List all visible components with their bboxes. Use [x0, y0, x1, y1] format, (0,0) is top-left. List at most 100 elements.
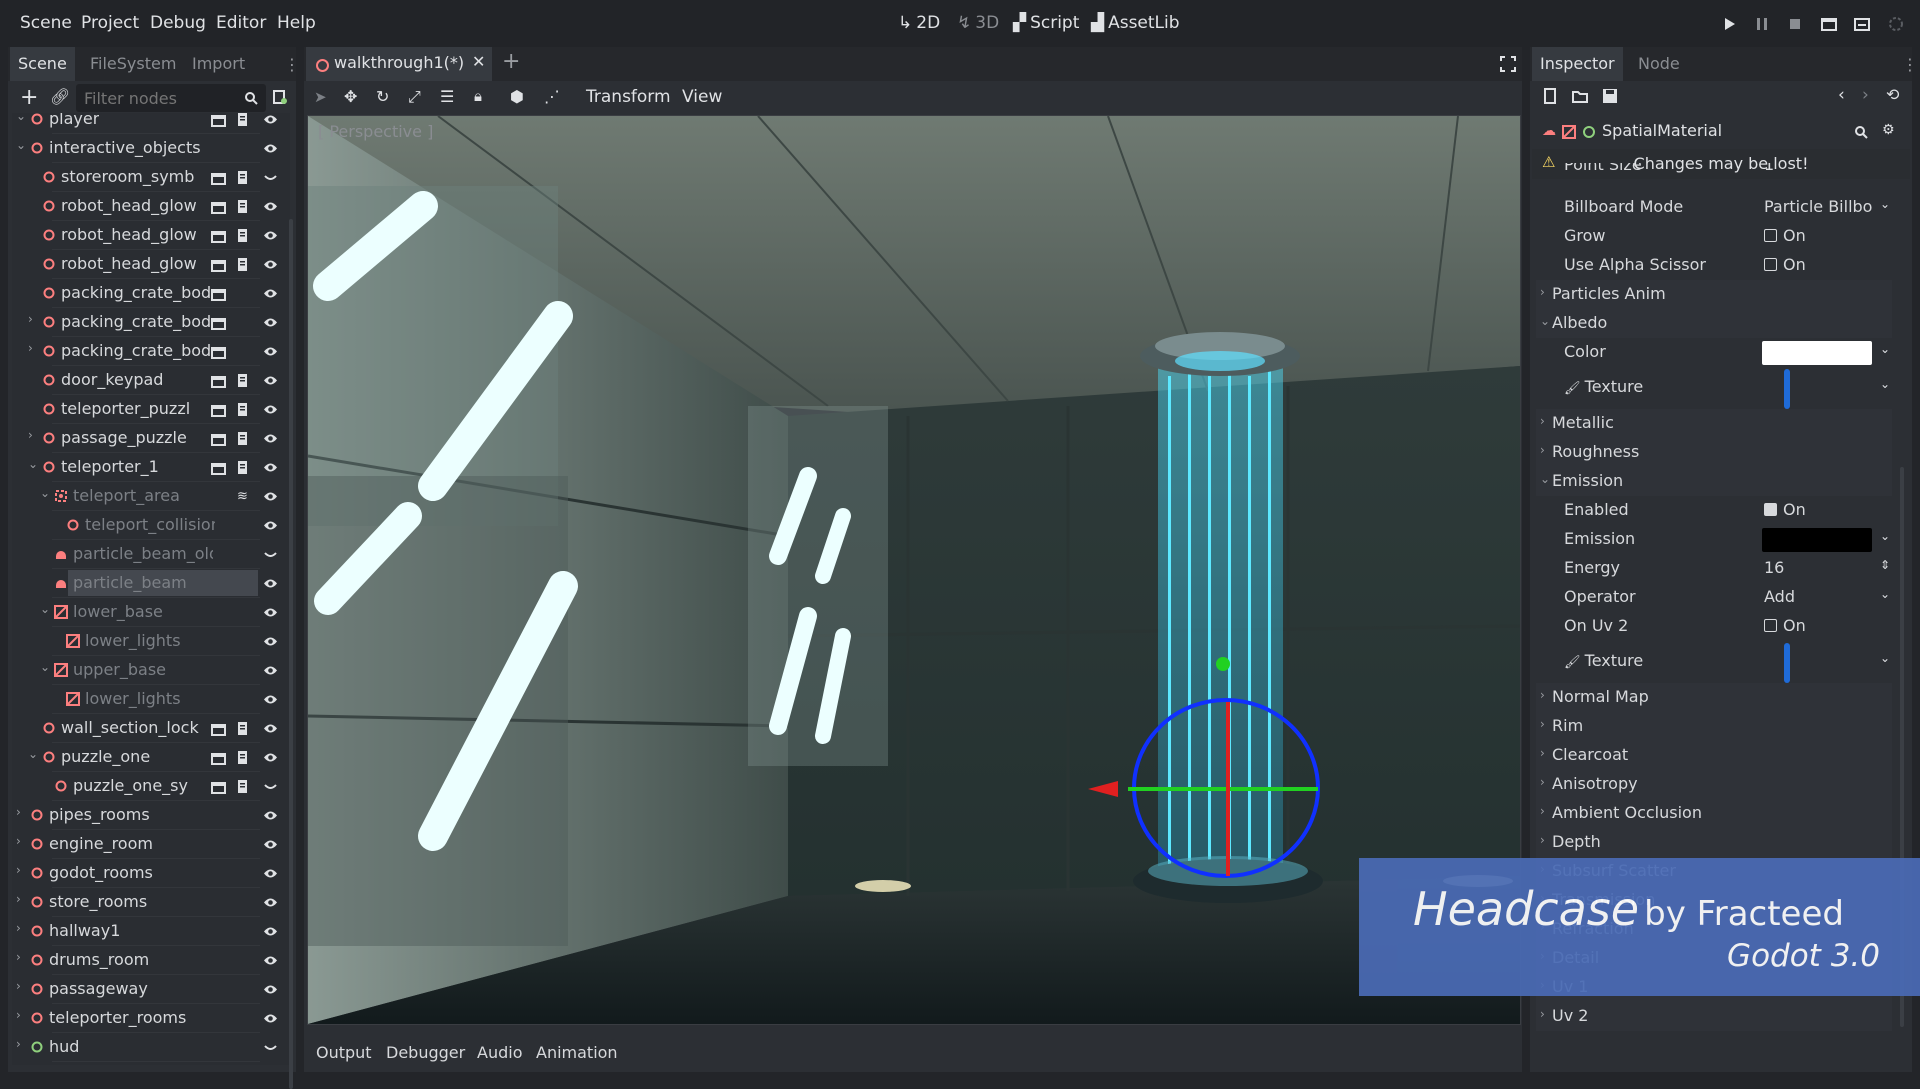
script-icon[interactable]	[235, 113, 250, 127]
chevron-down-icon[interactable]: ⌄	[1880, 197, 1890, 211]
eye-icon[interactable]	[263, 634, 278, 649]
play-icon[interactable]	[1720, 15, 1738, 33]
eye-icon[interactable]	[263, 373, 278, 388]
open-folder-icon[interactable]	[1572, 88, 1588, 104]
eye-icon[interactable]	[263, 750, 278, 765]
filter-nodes-field[interactable]	[76, 84, 266, 112]
eye-icon[interactable]	[263, 344, 278, 359]
save-icon[interactable]	[1602, 88, 1618, 104]
search-icon[interactable]	[1854, 125, 1868, 139]
eye-icon[interactable]	[263, 692, 278, 707]
tree-row[interactable]: ⌄ interactive_objects	[12, 134, 290, 163]
property-checkbox[interactable]: On	[1764, 500, 1806, 519]
property-value[interactable]: 1	[1764, 163, 1774, 174]
eye-icon[interactable]	[263, 402, 278, 417]
snap-icon[interactable]: ⋰	[544, 87, 560, 106]
tab-inspector[interactable]: Inspector	[1532, 47, 1623, 81]
inspector-section-anisotropy[interactable]: › Anisotropy	[1536, 770, 1892, 799]
texture-slot-empty[interactable]	[1784, 643, 1790, 683]
open-scene-icon[interactable]	[211, 750, 226, 765]
menu-project[interactable]: Project	[81, 13, 139, 33]
eye-icon[interactable]	[263, 576, 278, 591]
script-icon[interactable]	[235, 228, 250, 243]
property-checkbox[interactable]: On	[1764, 255, 1806, 274]
eye-icon[interactable]	[263, 113, 278, 127]
tree-row[interactable]: ⌄ player	[12, 113, 290, 134]
tree-row[interactable]: ⌄ upper_base	[12, 656, 290, 685]
chevron-right-icon[interactable]: ›	[28, 312, 33, 326]
script-icon[interactable]	[235, 750, 250, 765]
eye-icon[interactable]	[263, 721, 278, 736]
eye-closed-icon[interactable]	[263, 547, 278, 562]
chevron-down-icon[interactable]: ⌄	[40, 486, 50, 500]
texture-slot-empty[interactable]	[1784, 369, 1790, 409]
inspector-section-normal-map[interactable]: › Normal Map	[1536, 683, 1892, 712]
tree-row[interactable]: teleport_collision	[12, 511, 290, 540]
eye-icon[interactable]	[263, 141, 278, 156]
chevron-right-icon[interactable]: ›	[16, 834, 21, 848]
tree-row[interactable]: › hud	[12, 1033, 290, 1062]
script-icon[interactable]	[235, 257, 250, 272]
eye-closed-icon[interactable]	[263, 170, 278, 185]
tree-row[interactable]: › drums_room	[12, 946, 290, 975]
bottom-tab-output[interactable]: Output	[316, 1043, 372, 1062]
chevron-right-icon[interactable]: ›	[28, 428, 33, 442]
inspector-section-clearcoat[interactable]: › Clearcoat	[1536, 741, 1892, 770]
script-icon[interactable]	[235, 170, 250, 185]
tree-row[interactable]: › store_rooms	[12, 888, 290, 917]
inspector-section-emission[interactable]: ⌄ Emission	[1536, 467, 1892, 496]
3d-viewport[interactable]: [ Perspective ]	[307, 115, 1521, 1025]
dock-menu-icon[interactable]: ⋮	[284, 55, 300, 74]
menu-scene[interactable]: Scene	[20, 13, 72, 33]
close-icon[interactable]: ✕	[472, 52, 485, 71]
script-icon[interactable]	[235, 373, 250, 388]
eye-closed-icon[interactable]	[263, 779, 278, 794]
bottom-tab-audio[interactable]: Audio	[477, 1043, 522, 1062]
eye-icon[interactable]	[263, 431, 278, 446]
pause-icon[interactable]	[1753, 15, 1771, 33]
bottom-tab-animation[interactable]: Animation	[536, 1043, 618, 1062]
open-scene-icon[interactable]	[211, 315, 226, 330]
select-tool-icon[interactable]: ➤	[314, 88, 327, 106]
open-scene-icon[interactable]	[211, 286, 226, 301]
eye-icon[interactable]	[263, 489, 278, 504]
chevron-right-icon[interactable]: ›	[16, 805, 21, 819]
eye-icon[interactable]	[263, 924, 278, 939]
eye-icon[interactable]	[263, 866, 278, 881]
eye-icon[interactable]	[263, 286, 278, 301]
property-value[interactable]: 16	[1764, 558, 1784, 577]
tree-row[interactable]: › packing_crate_body_	[12, 337, 290, 366]
tab-import[interactable]: Import	[184, 47, 253, 81]
instance-link-icon[interactable]: 🔗︎	[50, 87, 70, 106]
new-scene-tab-icon[interactable]: +	[502, 49, 520, 74]
chevron-right-icon[interactable]: ›	[16, 1008, 21, 1022]
open-scene-icon[interactable]	[211, 113, 226, 127]
tree-row[interactable]: ⌄ puzzle_one	[12, 743, 290, 772]
chevron-down-icon[interactable]: ⌄	[1880, 377, 1890, 391]
tree-row[interactable]: puzzle_one_sy	[12, 772, 290, 801]
chevron-down-icon[interactable]: ⌄	[1880, 651, 1890, 665]
play-custom-scene-icon[interactable]	[1853, 15, 1871, 33]
chevron-down-icon[interactable]: ⌄	[16, 113, 26, 123]
chevron-right-icon[interactable]: ›	[28, 341, 33, 355]
tree-row[interactable]: robot_head_glow	[12, 221, 290, 250]
open-scene-icon[interactable]	[211, 170, 226, 185]
property-dropdown[interactable]: Particle Billbo	[1764, 197, 1872, 216]
dock-menu-icon[interactable]: ⋮	[1902, 55, 1918, 74]
menu-debug[interactable]: Debug	[150, 13, 206, 33]
inspector-section-particles-anim[interactable]: › Particles Anim	[1536, 280, 1892, 309]
tree-row[interactable]: › pipes_rooms	[12, 801, 290, 830]
checkbox-icon[interactable]	[1764, 229, 1777, 242]
tree-row[interactable]: lower_lights	[12, 627, 290, 656]
tree-row[interactable]: › passageway	[12, 975, 290, 1004]
eye-icon[interactable]	[263, 663, 278, 678]
lock-icon[interactable]: 🔒︎	[474, 87, 482, 105]
workspace-assetlib-button[interactable]: ▟ AssetLib	[1091, 13, 1180, 33]
tab-node[interactable]: Node	[1630, 47, 1688, 81]
chevron-right-icon[interactable]: ›	[16, 950, 21, 964]
chevron-down-icon[interactable]: ⌄	[28, 747, 38, 761]
script-icon[interactable]	[235, 779, 250, 794]
script-icon[interactable]	[235, 460, 250, 475]
local-space-icon[interactable]: ⬢	[510, 87, 524, 106]
inspector-section-depth[interactable]: › Depth	[1536, 828, 1892, 857]
